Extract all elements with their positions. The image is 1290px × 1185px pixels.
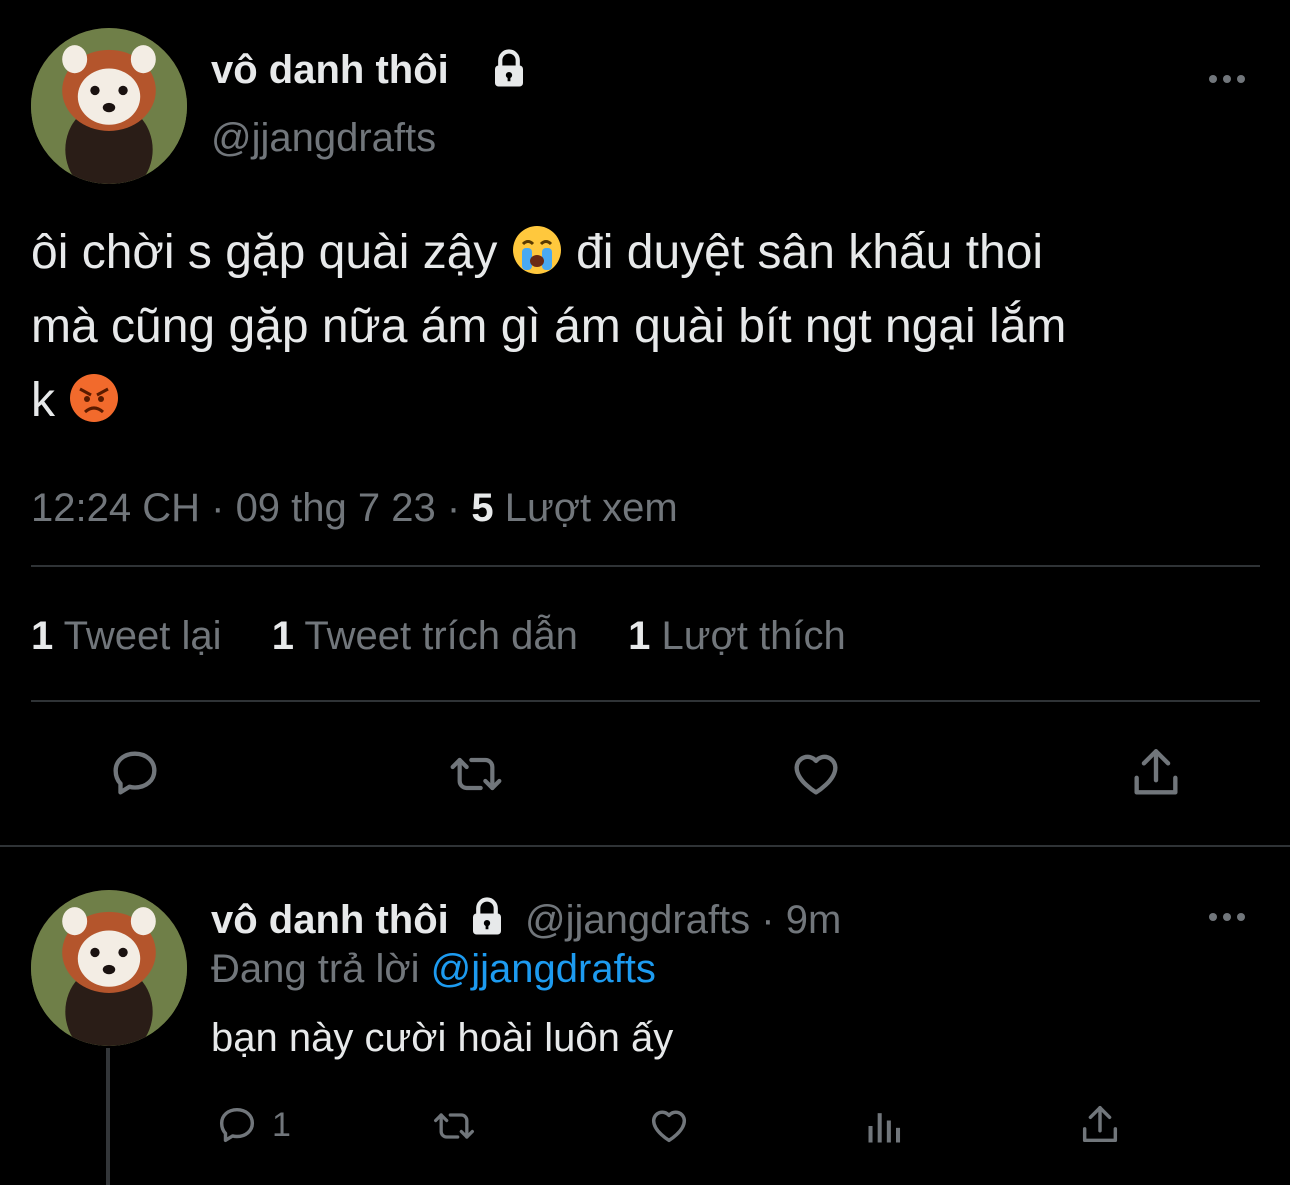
reply-avatar[interactable] bbox=[31, 890, 187, 1046]
likes-stat[interactable]: 1 Lượt thích bbox=[628, 614, 846, 658]
share-icon[interactable] bbox=[1127, 744, 1185, 802]
more-options-icon[interactable] bbox=[1205, 64, 1249, 99]
tweet-text: ôi chời s gặp quài zậy đi duyệt sân khấu… bbox=[31, 216, 1271, 438]
views-chart-icon[interactable] bbox=[862, 1104, 908, 1148]
reply-text: bạn này cười hoài luôn ấy bbox=[211, 1016, 674, 1060]
angry-face-emoji bbox=[68, 372, 120, 424]
reply-reply-button[interactable]: 1 bbox=[212, 1102, 291, 1148]
tweet-stats: 1 Tweet lại 1 Tweet trích dẫn 1 Lượt thí… bbox=[31, 612, 846, 660]
views-count: 5 bbox=[471, 486, 494, 530]
replying-to-link[interactable]: @jjangdrafts bbox=[431, 947, 656, 991]
handle[interactable]: @jjangdrafts bbox=[211, 114, 436, 162]
reply-time[interactable]: 9m bbox=[786, 898, 842, 942]
lock-icon bbox=[466, 896, 508, 949]
tweet-date[interactable]: 09 thg 7 23 bbox=[236, 486, 436, 530]
reply-header: vô danh thôi @jjangdrafts · 9m bbox=[211, 896, 841, 949]
display-name[interactable]: vô danh thôi bbox=[211, 46, 449, 94]
section-divider bbox=[0, 845, 1290, 847]
lock-icon bbox=[488, 48, 530, 95]
reply-more-options-icon[interactable] bbox=[1205, 902, 1249, 937]
avatar[interactable] bbox=[31, 28, 187, 184]
like-icon[interactable] bbox=[786, 744, 846, 802]
reply-icon bbox=[212, 1102, 262, 1148]
tweet-meta: 12:24 CH · 09 thg 7 23 · 5 Lượt xem bbox=[31, 486, 678, 530]
retweet-icon[interactable] bbox=[442, 746, 510, 802]
retweets-stat[interactable]: 1 Tweet lại bbox=[31, 614, 222, 658]
tweet-text-line3: k bbox=[31, 364, 1271, 438]
reply-share-icon[interactable] bbox=[1077, 1102, 1123, 1148]
views-label: Lượt xem bbox=[504, 486, 678, 530]
reply-retweet-icon[interactable] bbox=[426, 1104, 482, 1148]
crying-face-emoji bbox=[511, 224, 563, 276]
tweet-time[interactable]: 12:24 CH bbox=[31, 486, 200, 530]
quotes-stat[interactable]: 1 Tweet trích dẫn bbox=[272, 614, 578, 658]
reply-like-icon[interactable] bbox=[645, 1102, 693, 1148]
replying-to: Đang trả lời @jjangdrafts bbox=[211, 947, 656, 991]
reply-handle[interactable]: @jjangdrafts bbox=[525, 898, 750, 942]
reply-count: 1 bbox=[272, 1105, 291, 1144]
divider bbox=[31, 565, 1260, 567]
reply-display-name[interactable]: vô danh thôi bbox=[211, 898, 449, 942]
divider bbox=[31, 700, 1260, 702]
tweet-text-line1: ôi chời s gặp quài zậy đi duyệt sân khấu… bbox=[31, 224, 1044, 279]
thread-line bbox=[106, 1048, 110, 1185]
tweet-text-line2: mà cũng gặp nữa ám gì ám quài bít ngt ng… bbox=[31, 300, 1067, 353]
reply-icon[interactable] bbox=[104, 744, 166, 802]
